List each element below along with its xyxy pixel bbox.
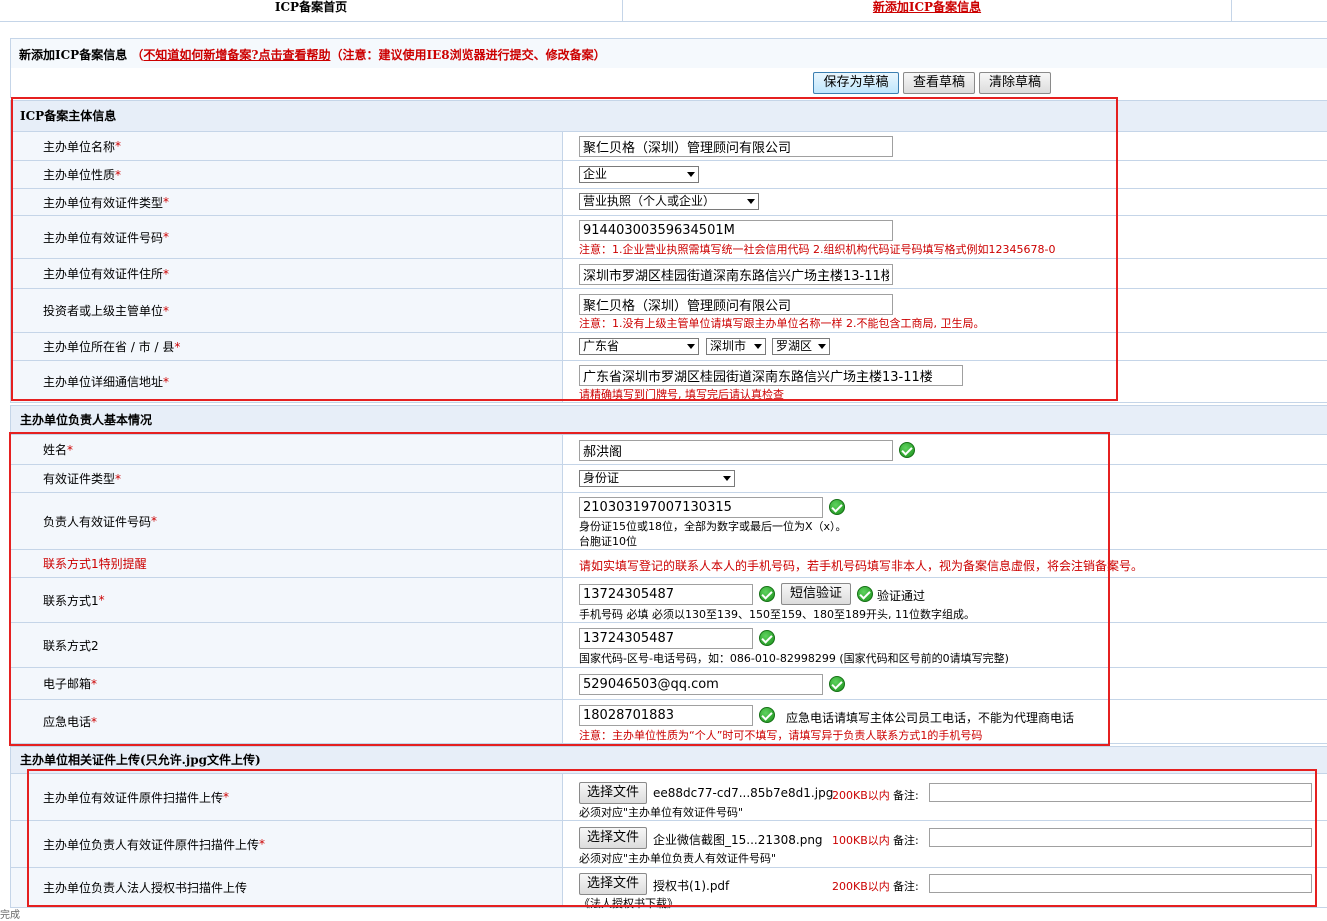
view-draft-button[interactable]: 查看草稿	[903, 72, 975, 94]
annotation-box	[11, 97, 1118, 401]
clear-draft-button[interactable]: 清除草稿	[979, 72, 1051, 94]
section-title: 主办单位相关证件上传(只允许.jpg文件上传)	[20, 753, 261, 767]
nav-divider	[1231, 0, 1232, 22]
save-draft-button[interactable]: 保存为草稿	[813, 72, 899, 94]
help-link[interactable]: 不知道如何新增备案?点击查看帮助	[143, 48, 330, 62]
section-owner-header: 主办单位负责人基本情况	[10, 405, 1327, 435]
annotation-box	[27, 769, 1317, 907]
nav-add-new-link[interactable]: 新添加ICP备案信息	[873, 0, 981, 14]
draft-toolbar: 保存为草稿 查看草稿 清除草稿	[10, 68, 1327, 98]
status-bar-text: 完成	[0, 910, 20, 921]
section-title: 主办单位负责人基本情况	[20, 413, 153, 427]
annotation-box	[9, 432, 1110, 746]
top-nav: ICP备案首页 新添加ICP备案信息	[0, 0, 1327, 22]
page-title-bar: 新添加ICP备案信息 （不知道如何新增备案?点击查看帮助（注意：建议使用IE8浏…	[10, 38, 1327, 68]
nav-home-link[interactable]: ICP备案首页	[0, 0, 622, 22]
page-title: 新添加ICP备案信息	[19, 48, 128, 62]
browser-note: （注意：建议使用IE8浏览器进行提交、修改备案）	[330, 48, 606, 62]
nav-add-new-cell: 新添加ICP备案信息	[623, 0, 1231, 22]
